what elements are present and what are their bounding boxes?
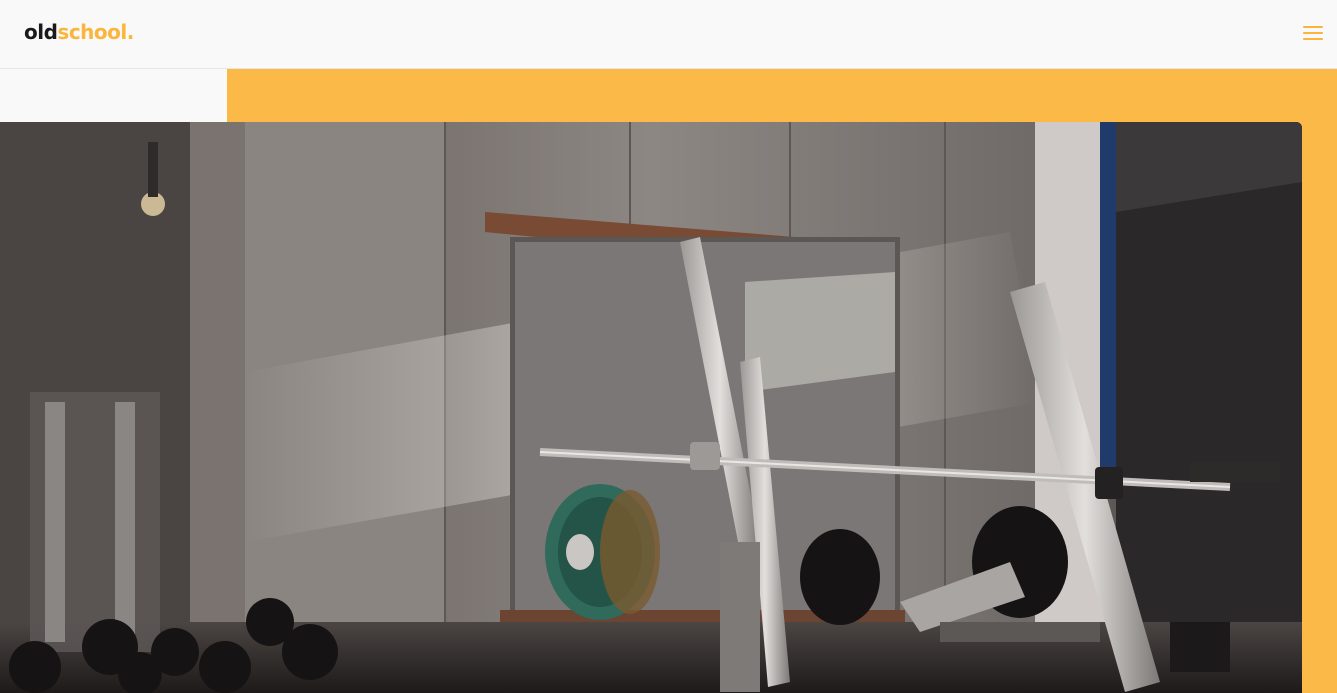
menu-bar-top	[1303, 26, 1323, 28]
hero-image	[0, 122, 1302, 693]
menu-bar-bottom	[1303, 38, 1323, 40]
site-header: oldschool.	[0, 0, 1337, 69]
brand-logo[interactable]: oldschool.	[24, 20, 134, 44]
logo-text-old: old	[24, 20, 58, 44]
hamburger-menu-icon[interactable]	[1300, 22, 1326, 44]
logo-text-school: school.	[57, 20, 134, 44]
menu-bar-middle	[1303, 32, 1323, 34]
gym-photo	[0, 122, 1302, 693]
